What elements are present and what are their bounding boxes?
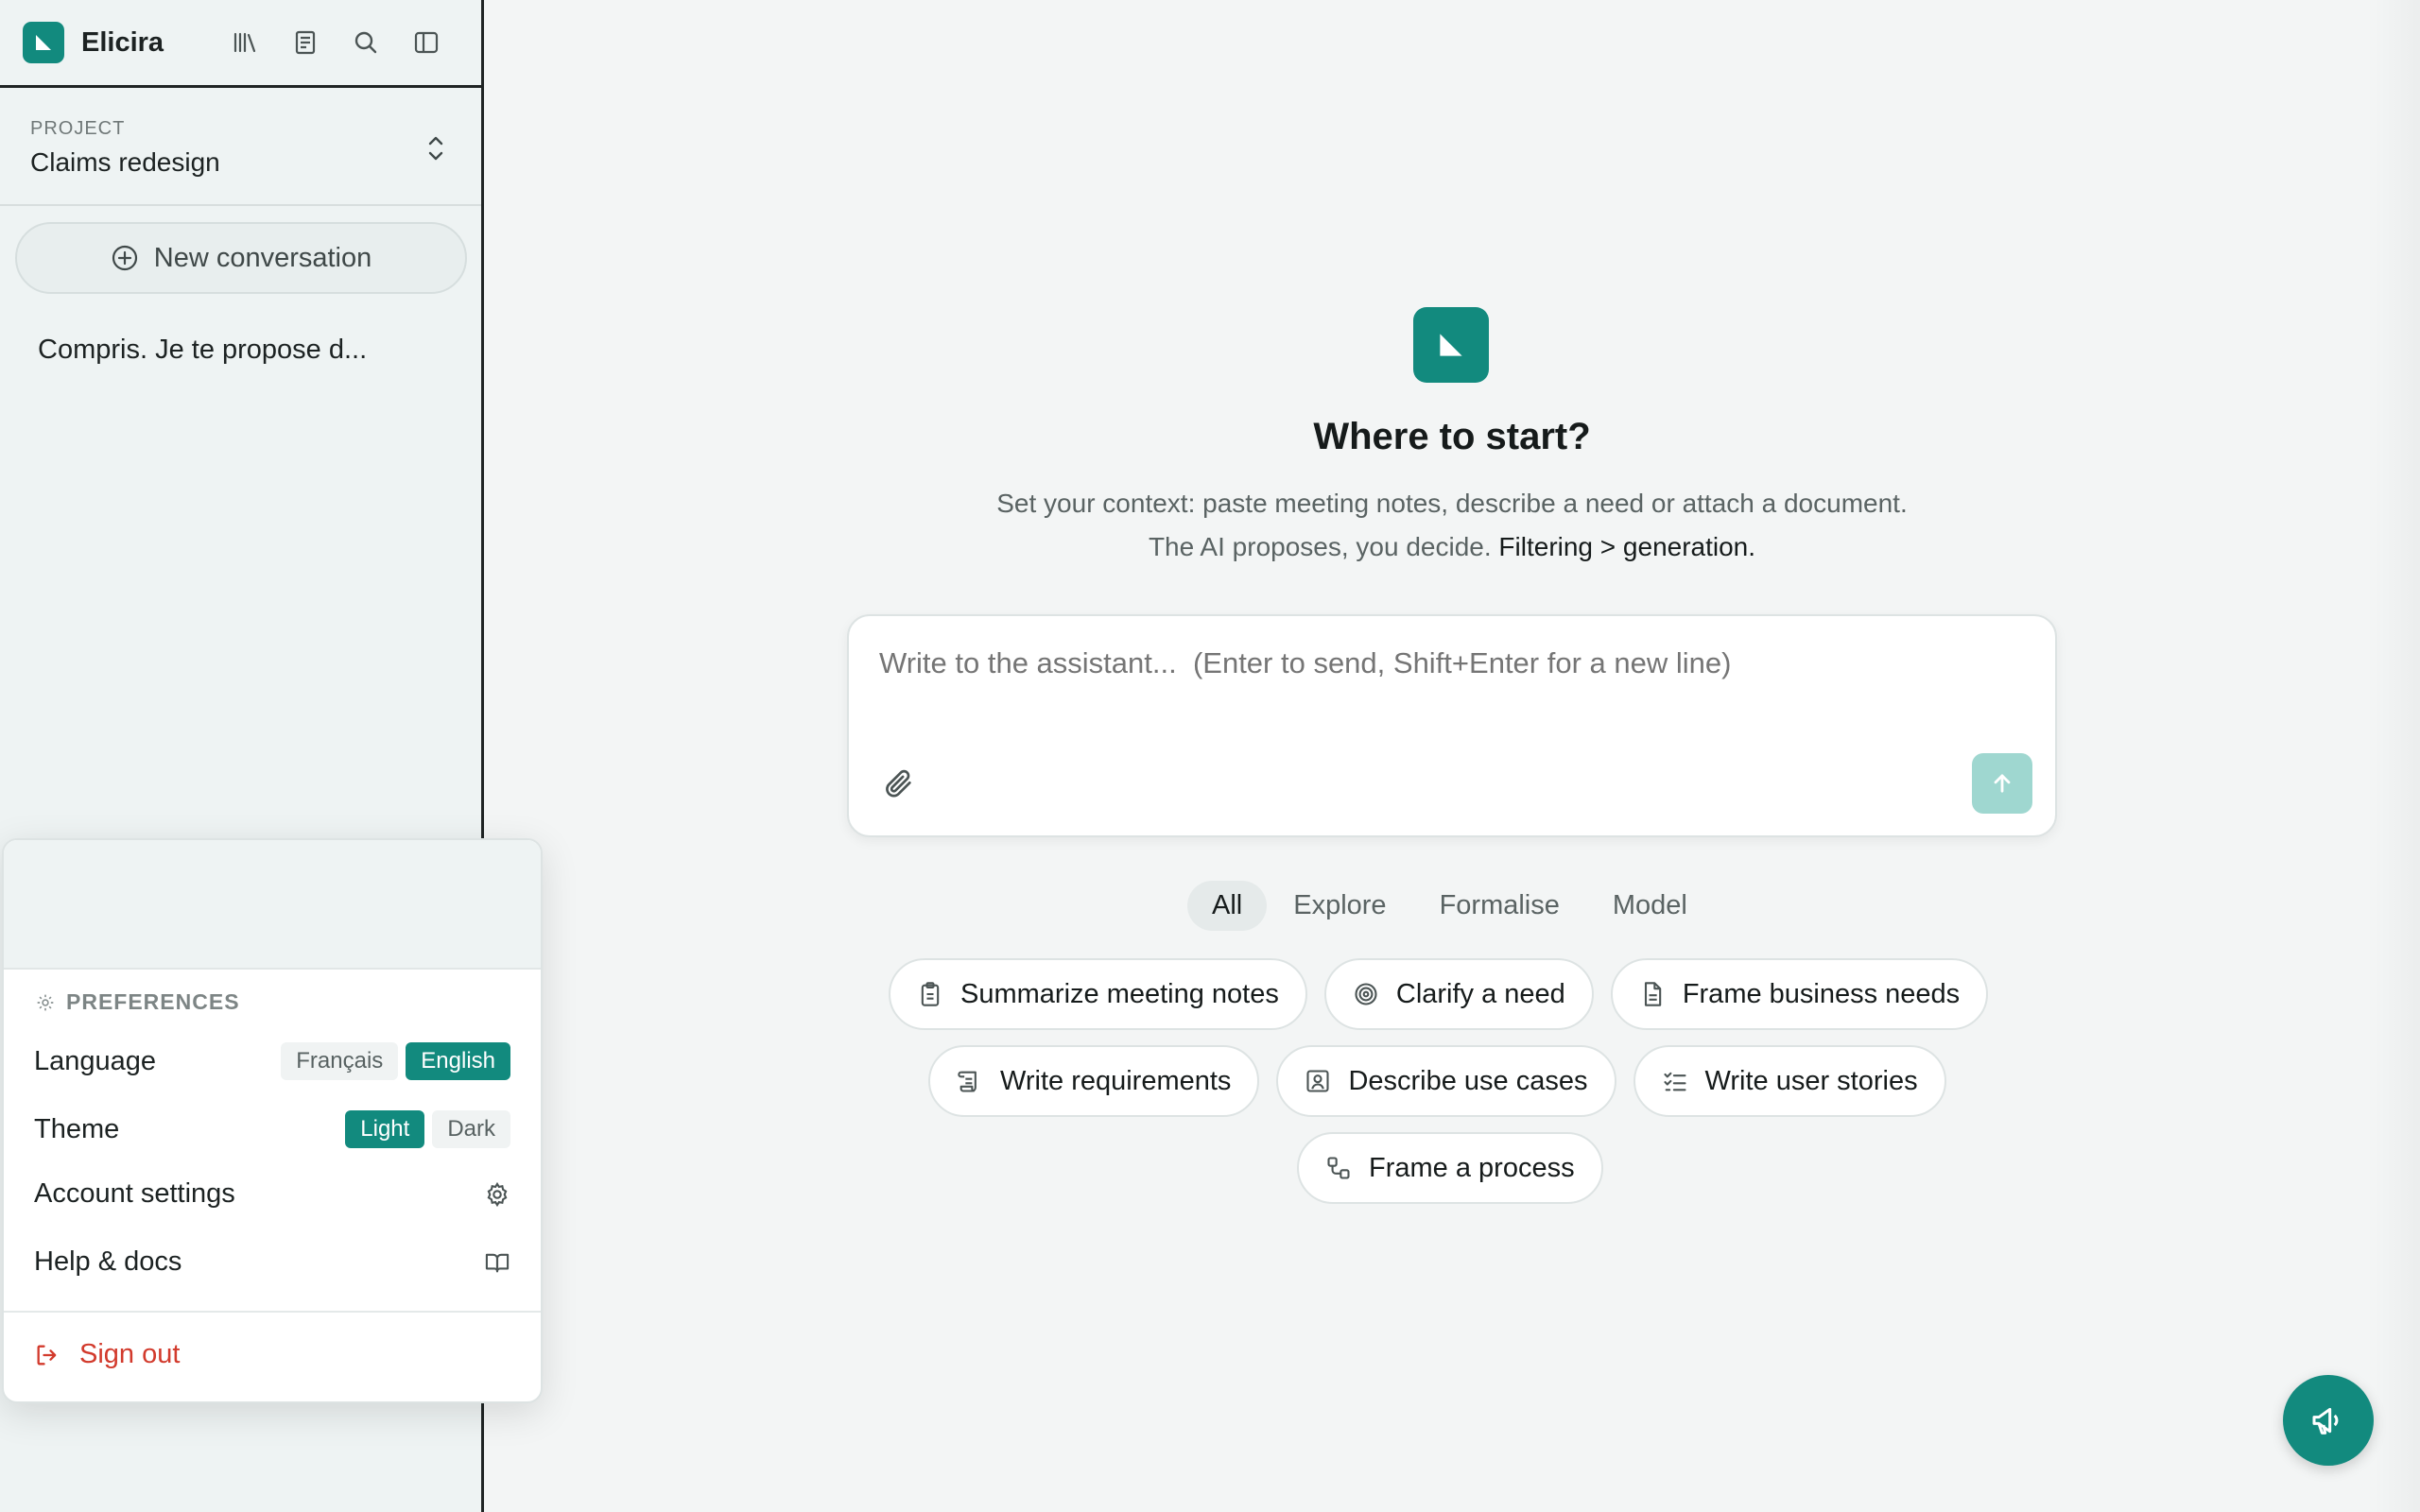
suggestion-row-1: Summarize meeting notes Clarify a need F…: [889, 958, 1989, 1030]
new-conversation-label: New conversation: [153, 242, 372, 273]
composer: [847, 614, 2057, 837]
arrow-up-icon: [1989, 770, 2015, 797]
subtitle-text: Set your context: paste meeting notes, d…: [996, 489, 1908, 561]
chip-frame-business-needs[interactable]: Frame business needs: [1610, 958, 1989, 1030]
user-card-icon: [1305, 1068, 1331, 1094]
project-eyebrow: PROJECT: [30, 118, 126, 139]
sign-out-button[interactable]: Sign out: [34, 1339, 180, 1370]
send-button[interactable]: [1972, 753, 2032, 814]
language-segmented: Français English: [281, 1042, 510, 1080]
account-settings-row[interactable]: Account settings: [34, 1178, 510, 1210]
target-icon: [1353, 981, 1379, 1007]
chip-frame-a-process[interactable]: Frame a process: [1297, 1132, 1603, 1204]
suggestion-row-2: Write requirements Describe use cases Wr…: [928, 1045, 1946, 1117]
edge-shadow: [2373, 0, 2420, 1512]
suggestion-row-3: Frame a process: [1297, 1132, 1603, 1204]
header-icons: [230, 27, 441, 58]
main-logo: [1413, 307, 1489, 383]
preferences-popover: PREFERENCES Language Français English Th…: [2, 838, 543, 1403]
message-input[interactable]: [879, 646, 2025, 680]
language-option-en[interactable]: English: [406, 1042, 510, 1080]
theme-option-dark[interactable]: Dark: [432, 1110, 510, 1148]
language-option-fr[interactable]: Français: [281, 1042, 399, 1080]
app-logo[interactable]: [23, 22, 64, 63]
tab-formalise[interactable]: Formalise: [1413, 881, 1586, 931]
paperclip-icon[interactable]: [883, 767, 915, 799]
help-docs-row[interactable]: Help & docs: [34, 1246, 510, 1278]
language-row: Language Français English: [34, 1042, 510, 1080]
tab-all[interactable]: All: [1187, 881, 1268, 931]
suggestion-tabs: All Explore Formalise Model: [1187, 881, 1714, 931]
theme-segmented: Light Dark: [345, 1110, 510, 1148]
sidebar-header: Elicira: [0, 0, 481, 88]
chip-label: Describe use cases: [1348, 1065, 1588, 1096]
popover-divider: [4, 1311, 541, 1313]
clipboard-icon: [917, 981, 943, 1007]
account-settings-label: Account settings: [34, 1178, 235, 1209]
page-title: Where to start?: [1313, 416, 1591, 457]
theme-option-light[interactable]: Light: [345, 1110, 425, 1148]
gear-small-icon: [36, 993, 55, 1012]
sidebar-toggle-icon[interactable]: [411, 27, 441, 58]
chip-label: Frame business needs: [1682, 978, 1961, 1009]
document-icon: [1639, 981, 1666, 1007]
search-icon[interactable]: [351, 27, 381, 58]
megaphone-icon: [2309, 1401, 2347, 1439]
chip-label: Frame a process: [1369, 1152, 1575, 1183]
sign-out-icon: [34, 1342, 60, 1368]
conversation-item[interactable]: Compris. Je te propose d...: [38, 335, 367, 366]
scroll-icon: [957, 1068, 983, 1094]
tab-explore[interactable]: Explore: [1267, 881, 1412, 931]
preferences-heading: PREFERENCES: [36, 989, 240, 1015]
chip-label: Write user stories: [1704, 1065, 1918, 1096]
checklist-icon: [1662, 1068, 1688, 1094]
chip-write-user-stories[interactable]: Write user stories: [1633, 1045, 1946, 1117]
gear-icon: [484, 1181, 510, 1208]
subtitle-emphasis: Filtering > generation.: [1498, 532, 1756, 561]
app-name: Elicira: [81, 26, 164, 58]
sign-out-label: Sign out: [79, 1339, 181, 1369]
book-icon: [484, 1249, 510, 1276]
project-selector[interactable]: PROJECT Claims redesign: [0, 88, 481, 206]
chip-summarize-meeting-notes[interactable]: Summarize meeting notes: [889, 958, 1307, 1030]
page-subtitle: Set your context: paste meeting notes, d…: [979, 482, 1925, 569]
popover-user-area: [4, 840, 541, 970]
tab-model[interactable]: Model: [1586, 881, 1714, 931]
plus-circle-icon: [111, 244, 139, 272]
help-docs-label: Help & docs: [34, 1246, 182, 1277]
chip-clarify-a-need[interactable]: Clarify a need: [1323, 958, 1594, 1030]
chevron-up-down-icon[interactable]: [424, 132, 447, 164]
new-conversation-button[interactable]: New conversation: [15, 222, 467, 294]
project-name: Claims redesign: [30, 147, 220, 177]
chip-label: Write requirements: [1000, 1065, 1232, 1096]
chip-label: Summarize meeting notes: [960, 978, 1279, 1009]
process-icon: [1325, 1155, 1352, 1181]
language-label: Language: [34, 1045, 157, 1076]
theme-row: Theme Light Dark: [34, 1110, 510, 1148]
notebook-icon[interactable]: [290, 27, 320, 58]
chip-write-requirements[interactable]: Write requirements: [928, 1045, 1260, 1117]
chip-describe-use-cases[interactable]: Describe use cases: [1276, 1045, 1616, 1117]
theme-label: Theme: [34, 1113, 120, 1144]
preferences-heading-label: PREFERENCES: [66, 989, 240, 1014]
library-icon[interactable]: [230, 27, 260, 58]
chip-label: Clarify a need: [1395, 978, 1565, 1009]
feedback-button[interactable]: [2283, 1375, 2374, 1466]
